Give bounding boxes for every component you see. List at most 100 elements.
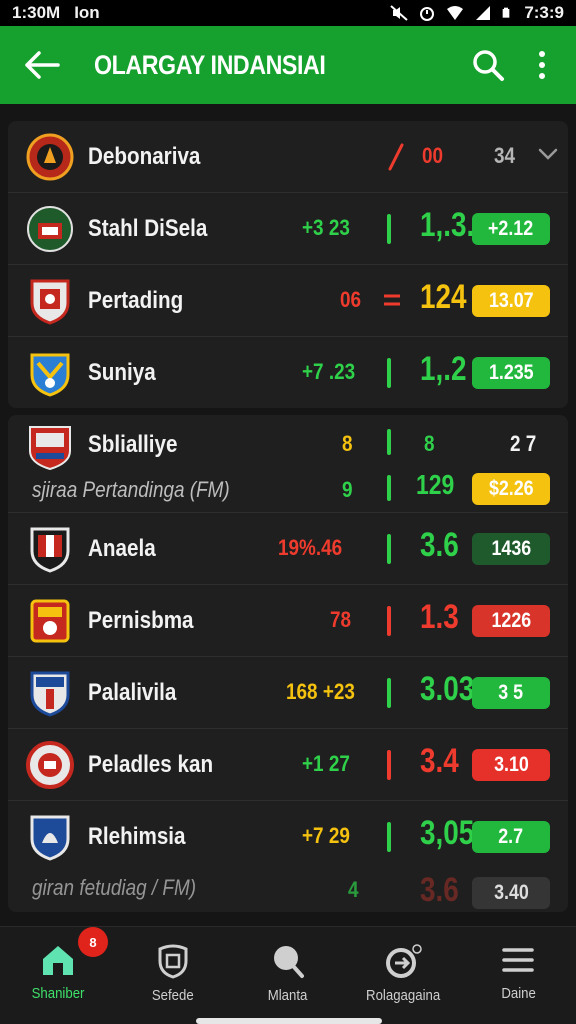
search-icon: [473, 50, 504, 81]
match-count: 34: [494, 143, 516, 168]
odds-pill[interactable]: 3 5: [472, 677, 550, 709]
match-score: 19%.46: [278, 535, 343, 560]
team-name: Stahl DiSela: [88, 215, 208, 242]
match-odds: 3.03: [420, 670, 475, 708]
match-odds: 3,05: [420, 814, 475, 852]
odds-pill[interactable]: 13.07: [472, 285, 550, 317]
match-row[interactable]: Suniya +7 .23 1,.2 1.235: [8, 337, 568, 408]
match-row[interactable]: Anaela 19%.46 3.6 1436: [8, 513, 568, 585]
team-crest-icon: [30, 279, 70, 325]
sync-icon: [386, 944, 422, 978]
nav-label: Sefede: [151, 987, 194, 1004]
match-subtitle: giran fetudiag / FM): [32, 875, 197, 900]
team-crest-icon: [30, 815, 70, 861]
team-crest-icon: [30, 671, 70, 717]
trend-separator: [387, 214, 391, 244]
chevron-down-icon[interactable]: [538, 147, 558, 161]
trend-separator: [387, 534, 391, 564]
team-crest-icon: [26, 741, 74, 789]
match-row[interactable]: Pertading 06 124 13.07: [8, 265, 568, 337]
match-row[interactable]: Rlehimsia +7 29 3,05 2.7 giran fetudiag …: [8, 801, 568, 912]
match-odds: 124: [420, 278, 467, 316]
match-score: 06: [340, 287, 362, 312]
nav-item-daine[interactable]: Daine: [461, 927, 576, 1024]
odds-pill[interactable]: 1436: [472, 533, 550, 565]
match-odds: 1,.2: [420, 350, 467, 388]
match-odds: 3.6: [420, 871, 459, 909]
team-name: Pernisbma: [88, 607, 194, 634]
more-vertical-icon: [539, 51, 545, 79]
match-score: +1 27: [302, 751, 350, 776]
nav-item-mlanta[interactable]: Mlanta: [230, 927, 345, 1024]
match-row[interactable]: Stahl DiSela +3 23 1,.3. +2.12: [8, 193, 568, 265]
trend-separator: [387, 429, 391, 455]
match-row[interactable]: Sblialliye 8 8 2 7 sjiraa Pertandinga (F…: [8, 415, 568, 513]
back-button[interactable]: [20, 43, 64, 87]
trend-separator: [387, 750, 391, 780]
team-name: Peladles kan: [88, 751, 214, 778]
match-row[interactable]: Pernisbma 78 1.3 1226: [8, 585, 568, 657]
match-odds: 1.3: [420, 598, 459, 636]
status-time: 1:30M: [12, 3, 61, 22]
nav-label: Shaniber: [31, 985, 85, 1002]
team-name: Sblialliye: [88, 431, 178, 458]
battery-icon: [502, 7, 510, 18]
team-name: Pertading: [88, 287, 184, 314]
matches-card-2: Sblialliye 8 8 2 7 sjiraa Pertandinga (F…: [8, 415, 568, 912]
match-row[interactable]: Palalivila 168 +23 3.03 3 5: [8, 657, 568, 729]
shield-icon: [158, 944, 188, 979]
match-odds: 1,.3.: [420, 206, 475, 244]
page-title: OLARGAY INDANSIAI: [94, 49, 326, 80]
odds-pill[interactable]: $2.26: [472, 473, 550, 505]
odds-pill[interactable]: 1226: [472, 605, 550, 637]
nav-item-home[interactable]: 8 Shaniber: [0, 927, 115, 1024]
gesture-home-bar[interactable]: [196, 1018, 382, 1024]
match-score: 9: [342, 477, 353, 502]
team-crest-icon: [30, 353, 70, 397]
status-clock: 7:3:9: [524, 3, 564, 22]
signal-icon: [476, 6, 491, 20]
team-crest-icon: [26, 133, 74, 181]
team-name: Suniya: [88, 359, 156, 386]
match-score: 00: [422, 143, 444, 168]
notification-badge: 8: [78, 927, 108, 957]
match-subtitle: sjiraa Pertandinga (FM): [32, 477, 230, 502]
trend-separator: [387, 358, 391, 388]
team-crest-icon: [30, 599, 70, 643]
match-score: +3 23: [302, 215, 350, 240]
team-name: Rlehimsia: [88, 823, 186, 850]
trend-down-icon: [388, 143, 404, 171]
equals-icon: [384, 294, 400, 306]
more-options-button[interactable]: [528, 43, 556, 87]
search-button[interactable]: [466, 43, 510, 87]
trend-separator: [387, 822, 391, 852]
team-name: Debonariva: [88, 143, 201, 170]
odds-pill[interactable]: 1.235: [472, 357, 550, 389]
status-carrier: Ion: [74, 3, 100, 22]
nav-label: Daine: [501, 985, 536, 1002]
odds-pill[interactable]: +2.12: [472, 213, 550, 245]
back-arrow-icon: [25, 51, 60, 79]
nav-item-sefede[interactable]: Sefede: [115, 927, 230, 1024]
trend-separator: [387, 606, 391, 636]
team-crest-icon: [30, 527, 70, 573]
match-count: 2 7: [510, 431, 537, 456]
match-row[interactable]: Peladles kan +1 27 3.4 3.10: [8, 729, 568, 801]
match-score: 168 +23: [286, 679, 355, 704]
trend-separator: [387, 475, 391, 501]
app-bar: OLARGAY INDANSIAI: [0, 26, 576, 104]
team-name: Palalivila: [88, 679, 177, 706]
matches-card-1: Debonariva 00 34 Stahl DiSela +3 23 1,.3…: [8, 121, 568, 408]
match-score: 8: [342, 431, 353, 456]
nav-item-rolagagaina[interactable]: Rolagagaina: [346, 927, 461, 1024]
match-row[interactable]: Debonariva 00 34: [8, 121, 568, 193]
wifi-icon: [447, 6, 464, 20]
odds-pill[interactable]: 3.40: [472, 877, 550, 909]
menu-icon: [502, 948, 535, 972]
odds-pill[interactable]: 2.7: [472, 821, 550, 853]
match-odds: 3.4: [420, 742, 459, 780]
odds-pill[interactable]: 3.10: [472, 749, 550, 781]
match-score: 78: [330, 607, 352, 632]
home-icon: [42, 946, 73, 975]
match-odds: 129: [416, 469, 455, 500]
